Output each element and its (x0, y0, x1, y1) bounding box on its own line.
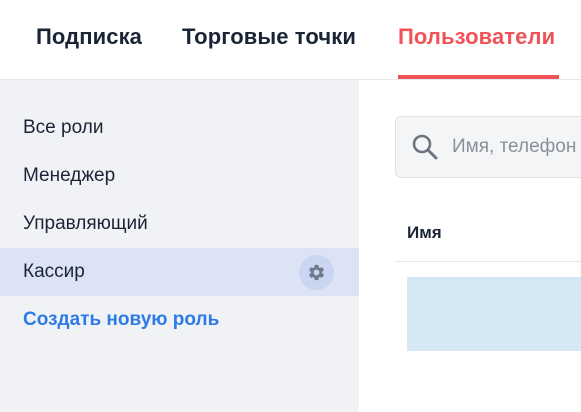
column-header-name: Имя (407, 223, 442, 242)
active-tab-indicator (398, 75, 559, 79)
role-item-label: Все роли (23, 117, 104, 138)
search-input[interactable] (452, 127, 581, 167)
top-tab-bar: Подписка Торговые точки Пользователи (0, 0, 581, 80)
role-item-label: Управляющий (23, 213, 148, 234)
create-role-link[interactable]: Создать новую роль (23, 308, 219, 332)
role-item-cashier[interactable]: Кассир (0, 248, 359, 296)
tab-users[interactable]: Пользователи (398, 24, 555, 50)
role-item-director[interactable]: Управляющий (0, 200, 359, 248)
table-row-loading-placeholder (407, 277, 581, 351)
search-box[interactable] (395, 116, 581, 178)
role-item-label: Кассир (23, 261, 85, 282)
tab-outlets[interactable]: Торговые точки (182, 24, 356, 50)
role-settings-button[interactable] (299, 255, 334, 290)
table-header-divider (395, 261, 581, 262)
role-item-all[interactable]: Все роли (0, 104, 359, 152)
search-icon (412, 134, 438, 160)
gear-icon (309, 264, 324, 281)
roles-sidebar: Все роли Менеджер Управляющий Кассир Соз… (0, 80, 359, 412)
role-item-manager[interactable]: Менеджер (0, 152, 359, 200)
role-item-label: Менеджер (23, 165, 116, 186)
users-settings-page: Подписка Торговые точки Пользователи Все… (0, 0, 581, 412)
users-main-panel: Имя (359, 80, 581, 412)
tab-subscription[interactable]: Подписка (36, 24, 142, 50)
